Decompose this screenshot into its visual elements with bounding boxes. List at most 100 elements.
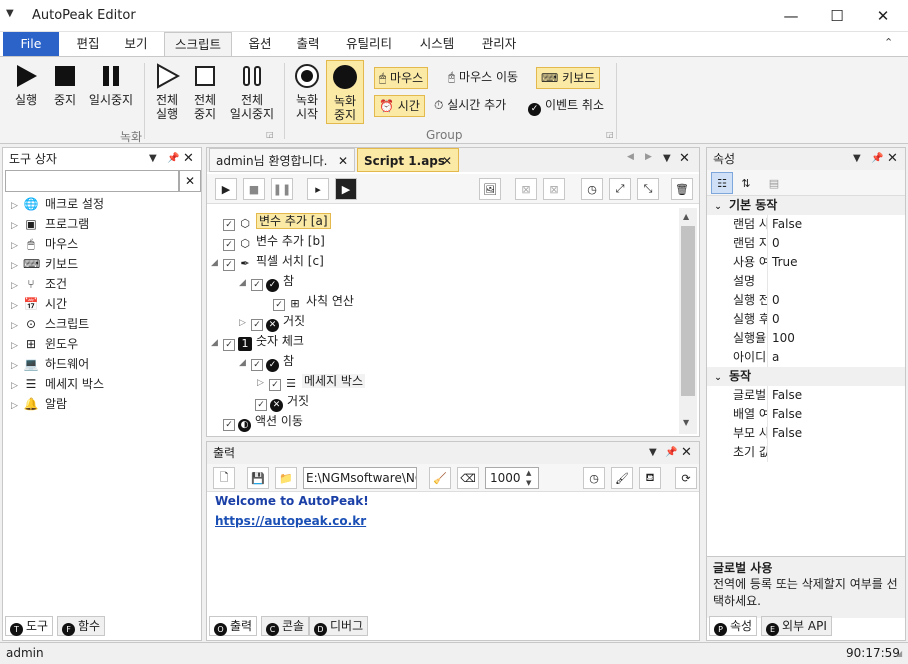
toolbox-item-program[interactable]: ▷ ▣ 프로그램	[11, 214, 201, 234]
scroll-up-icon[interactable]: ▲	[683, 212, 689, 221]
toolbox-item-hardware[interactable]: ▷ 💻 하드웨어	[11, 354, 201, 374]
timestamp-button[interactable]: ◷	[583, 467, 605, 489]
record-start-button[interactable]: 녹화 시작	[288, 63, 326, 121]
resize-grip-icon[interactable]: ◢	[896, 649, 902, 658]
tab-tools[interactable]: T 도구	[5, 616, 54, 636]
toolbox-item-keyboard[interactable]: ▷ ⌨ 키보드	[11, 254, 201, 274]
menu-edit[interactable]: 편집	[66, 32, 110, 56]
tree-node[interactable]: ◢ ✓ ✓ 참	[239, 351, 294, 372]
vertical-scrollbar[interactable]: ▲ ▼	[679, 208, 697, 434]
minimize-button[interactable]: —	[768, 0, 814, 32]
menu-utility[interactable]: 유틸리티	[338, 32, 400, 56]
property-row[interactable]: 실행 후 지0	[707, 310, 905, 329]
property-row[interactable]: 사용 여부True	[707, 253, 905, 272]
time-toggle-button[interactable]: ⏰ 시간	[374, 95, 425, 117]
toolbox-item-window[interactable]: ▷ ⊞ 윈도우	[11, 334, 201, 354]
property-row[interactable]: 실행 전 지0	[707, 291, 905, 310]
pin-icon[interactable]: 📌	[167, 148, 179, 170]
dialog-launcher-icon[interactable]: ◲	[606, 130, 614, 139]
toolbox-item-time[interactable]: ▷ 📅 시간	[11, 294, 201, 314]
delete-all-button[interactable]: ⊠	[543, 178, 565, 200]
step-button[interactable]: ▸	[307, 178, 329, 200]
tree-node[interactable]: ✓ ⊞ 사칙 연산	[273, 291, 354, 311]
spin-arrows-icon[interactable]: ▲ ▼	[526, 468, 531, 488]
play-button[interactable]: ▶	[215, 178, 237, 200]
dropdown-icon[interactable]: ▼	[649, 442, 657, 464]
tree-node[interactable]: ✓ ⬡ 변수 추가 [b]	[223, 231, 325, 251]
all-run-button[interactable]: 전체 실행	[148, 63, 186, 121]
tab-console[interactable]: C 콘솔	[261, 616, 310, 636]
panel-close-icon[interactable]: ✕	[681, 442, 692, 464]
all-stop-button[interactable]: 전체 중지	[186, 63, 224, 121]
clean-button[interactable]: 🧹	[429, 467, 451, 489]
property-row[interactable]: 실행율 100	[707, 329, 905, 348]
toolbox-item-macro[interactable]: ▷ 🌐 매크로 설정	[11, 194, 201, 214]
tab-external-api[interactable]: E 외부 API	[761, 616, 832, 636]
tab-welcome[interactable]: admin님 환영합니다. ✕	[209, 148, 355, 172]
delete-node-button[interactable]: ⊠	[515, 178, 537, 200]
property-row[interactable]: 아이디 a	[707, 348, 905, 367]
toolbox-item-alarm[interactable]: ▷ 🔔 알람	[11, 394, 201, 414]
maximize-button[interactable]: ☐	[814, 0, 860, 32]
menu-script[interactable]: 스크립트	[164, 32, 232, 56]
image-button[interactable]: 🖼	[479, 178, 501, 200]
file-menu-button[interactable]: File	[3, 32, 59, 56]
mouse-toggle-button[interactable]: 🖱 마우스	[374, 67, 429, 89]
property-pages-button[interactable]: ▤	[763, 172, 785, 194]
log-path-field[interactable]: E:\NGMsoftware\NG	[303, 467, 417, 489]
pin-icon[interactable]: 📌	[871, 148, 883, 170]
property-row[interactable]: 부모 사용False	[707, 424, 905, 443]
toolbox-item-script[interactable]: ▷ ⊙ 스크립트	[11, 314, 201, 334]
system-menu-icon[interactable]: ▼	[6, 8, 14, 19]
refresh-button[interactable]: ⟳	[675, 467, 697, 489]
eraser-button[interactable]: ⌫	[457, 467, 479, 489]
realtime-add-button[interactable]: ⏱ 실시간 추가	[430, 95, 510, 117]
expand-arrow-icon[interactable]: ◢	[211, 333, 223, 353]
history-button[interactable]: ◷	[581, 178, 603, 200]
keyboard-toggle-button[interactable]: ⌨ 키보드	[536, 67, 601, 89]
tab-scroll-right-icon[interactable]: ▶	[645, 152, 652, 162]
tab-output[interactable]: O 출력	[209, 616, 258, 636]
property-category[interactable]: ⌄ 동작	[707, 367, 905, 386]
tab-close-icon[interactable]: ✕	[442, 149, 452, 173]
new-log-button[interactable]: 🗋	[213, 467, 235, 489]
tab-close-icon[interactable]: ✕	[338, 149, 348, 173]
property-category[interactable]: ⌄ 기본 동작	[707, 196, 905, 215]
tab-scroll-left-icon[interactable]: ◀	[627, 152, 634, 162]
stop-button[interactable]: ■	[243, 178, 265, 200]
expand-arrow-icon[interactable]: ◢	[211, 253, 223, 273]
fill-button[interactable]: ⛾	[639, 467, 661, 489]
menu-view[interactable]: 보기	[114, 32, 158, 56]
tab-functions[interactable]: F 함수	[57, 616, 106, 636]
run-button[interactable]: 실행	[6, 63, 46, 107]
collapse-button[interactable]: ⤡	[637, 178, 659, 200]
tree-node[interactable]: ◢ ✓ ✒ 픽셀 서치 [c]	[211, 251, 324, 271]
output-link[interactable]: https://autopeak.co.kr	[215, 514, 366, 528]
menu-admin[interactable]: 관리자	[474, 32, 524, 56]
dialog-launcher-icon[interactable]: ◲	[266, 130, 274, 139]
tree-node[interactable]: ▷ ✓ ☰ 메세지 박스	[257, 371, 366, 393]
menu-system[interactable]: 시스템	[412, 32, 462, 56]
tree-node[interactable]: ▷ ✓ ✕ 거짓	[239, 311, 305, 332]
trash-button[interactable]: 🗑	[671, 178, 693, 200]
tree-node[interactable]: ◢ ✓ ✓ 참	[239, 271, 294, 292]
tab-properties[interactable]: P 속성	[709, 616, 758, 636]
save-button[interactable]: 💾	[247, 467, 269, 489]
property-row[interactable]: 초기 값	[707, 443, 905, 462]
tab-debug[interactable]: D 디버그	[309, 616, 369, 636]
scroll-down-icon[interactable]: ▼	[683, 418, 689, 427]
dropdown-icon[interactable]: ▼	[853, 148, 861, 170]
record-stop-button[interactable]: 녹화 중지	[326, 60, 364, 124]
property-row[interactable]: 랜덤 사용False	[707, 215, 905, 234]
tree-node[interactable]: ✓ ◐ 액션 이동	[223, 411, 303, 432]
toolbox-item-mouse[interactable]: ▷ 🖱 마우스	[11, 234, 201, 254]
line-limit-stepper[interactable]: 1000 ▲ ▼	[485, 467, 539, 489]
event-cancel-button[interactable]: ✓ 이벤트 취소	[524, 95, 608, 117]
dropdown-icon[interactable]: ▼	[663, 153, 671, 164]
scrollbar-thumb[interactable]	[681, 226, 695, 396]
run-from-button[interactable]: ▶	[335, 178, 357, 200]
categorized-button[interactable]: ☷	[711, 172, 733, 194]
collapsed-arrow-icon[interactable]: ▷	[257, 373, 269, 393]
close-button[interactable]: ✕	[860, 0, 906, 32]
menu-options[interactable]: 옵션	[238, 32, 282, 56]
